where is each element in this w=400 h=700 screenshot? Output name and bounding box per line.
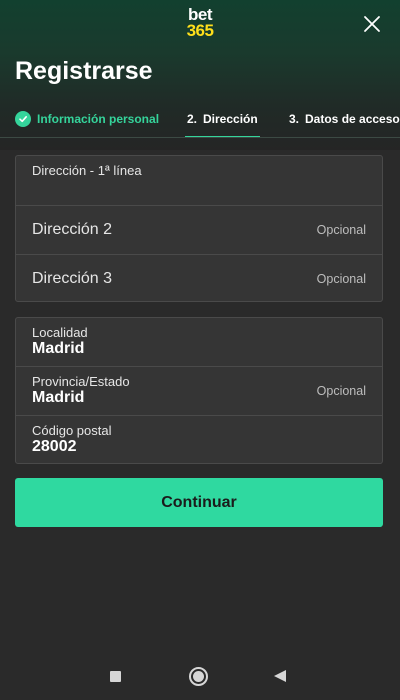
continue-button[interactable]: Continuar — [15, 478, 383, 527]
logo-line2: 365 — [186, 21, 214, 40]
field-label: Localidad — [32, 325, 88, 340]
address-card: Dirección - 1ª línea Dirección 2 Opciona… — [15, 155, 383, 302]
address-line1-field[interactable]: Dirección - 1ª línea — [16, 156, 382, 206]
field-label: Dirección - 1ª línea — [32, 163, 142, 178]
back-icon[interactable] — [274, 670, 286, 682]
field-label: Código postal — [32, 423, 112, 438]
home-icon[interactable] — [189, 667, 208, 686]
step-label: Dirección — [203, 111, 258, 126]
bet365-logo: bet 365 — [175, 6, 225, 40]
optional-tag: Opcional — [316, 223, 366, 237]
step-number: 3. — [289, 111, 300, 126]
field-placeholder: Dirección 2 — [32, 221, 113, 238]
address-line2-field[interactable]: Dirección 2 Opcional — [16, 206, 382, 255]
field-value: Madrid — [32, 340, 85, 357]
field-value: 28002 — [32, 438, 77, 455]
address-line3-field[interactable]: Dirección 3 Opcional — [16, 255, 382, 304]
city-field[interactable]: Localidad Madrid — [16, 318, 382, 367]
optional-tag: Opcional — [316, 272, 366, 286]
optional-tag: Opcional — [316, 384, 366, 398]
check-circle-icon — [15, 110, 31, 127]
step-address[interactable]: 2. Dirección — [185, 100, 260, 137]
province-field[interactable]: Provincia/Estado Madrid Opcional — [16, 367, 382, 416]
step-access-data[interactable]: 3. Datos de acceso — [289, 100, 400, 137]
step-number: 2. — [187, 111, 198, 126]
step-personal-info[interactable]: Información personal — [15, 100, 159, 137]
close-icon — [364, 16, 380, 32]
field-value: Madrid — [32, 389, 85, 406]
system-navigation-bar — [0, 652, 400, 700]
page-title: Registrarse — [15, 57, 153, 85]
close-button[interactable] — [360, 12, 384, 36]
field-label: Provincia/Estado — [32, 374, 130, 389]
registration-stepper: Información personal 2. Dirección 3. Dat… — [0, 100, 400, 138]
postal-code-field[interactable]: Código postal 28002 — [16, 416, 382, 465]
step-label: Datos de acceso — [305, 111, 400, 126]
step-label: Información personal — [37, 111, 160, 126]
location-card: Localidad Madrid Provincia/Estado Madrid… — [15, 317, 383, 464]
recent-apps-icon[interactable] — [110, 671, 121, 682]
field-placeholder: Dirección 3 — [32, 270, 113, 287]
